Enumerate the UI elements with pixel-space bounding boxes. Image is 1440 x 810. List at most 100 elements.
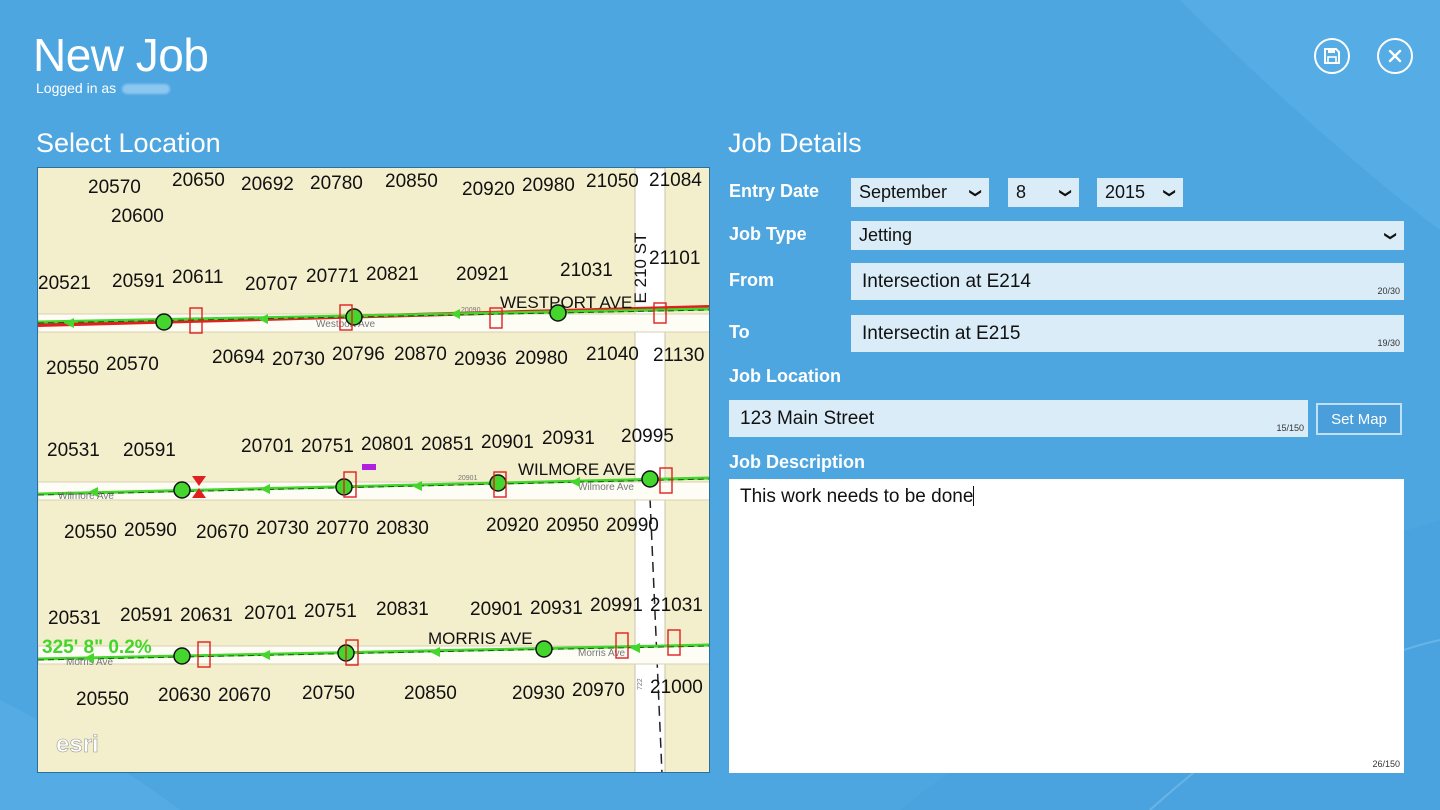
job-location-value: 123 Main Street xyxy=(740,407,875,429)
parcel-label: 20830 xyxy=(376,518,429,539)
month-select[interactable]: September ❯ xyxy=(851,178,989,207)
parcel-label: 20770 xyxy=(316,518,369,539)
parcel-label: 20920 xyxy=(486,515,539,536)
parcel-label: 20670 xyxy=(218,685,271,706)
parcel-label: 20780 xyxy=(310,173,363,194)
parcel-label: 20701 xyxy=(244,603,297,624)
year-select[interactable]: 2015 ❯ xyxy=(1097,178,1183,207)
parcel-label: 20990 xyxy=(606,515,659,536)
parcel-label: 20950 xyxy=(546,515,599,536)
parcel-label: 20650 xyxy=(172,170,225,191)
job-description-counter: 26/150 xyxy=(1372,759,1400,769)
location-map[interactable]: E 210 ST WESTPORT AVE Westport Ave 20090… xyxy=(37,167,710,773)
map-canvas[interactable]: E 210 ST WESTPORT AVE Westport Ave 20090… xyxy=(38,168,710,773)
parcel-label: 20630 xyxy=(158,685,211,706)
login-status: Logged in as xyxy=(36,80,171,96)
street-minor-722: 722 xyxy=(637,678,644,690)
job-details-title: Job Details xyxy=(728,128,862,158)
day-value: 8 xyxy=(1016,182,1027,202)
street-label-e210: E 210 ST xyxy=(631,233,650,304)
save-button[interactable] xyxy=(1314,38,1350,74)
parcel-label: 20570 xyxy=(88,177,141,198)
month-value: September xyxy=(859,182,948,202)
parcel-label: 20590 xyxy=(124,520,177,541)
job-type-value: Jetting xyxy=(859,225,913,245)
parcel-label: 21031 xyxy=(650,595,703,616)
street-label-morris: MORRIS AVE xyxy=(428,629,533,648)
parcel-label: 21031 xyxy=(560,260,613,281)
save-icon xyxy=(1324,48,1340,64)
job-description-label: Job Description xyxy=(729,452,866,472)
parcel-label: 21130 xyxy=(653,345,704,366)
parcel-label: 20931 xyxy=(530,598,583,619)
from-input[interactable]: Intersection at E214 20/30 xyxy=(851,263,1404,300)
esri-logo: esri xyxy=(56,731,99,758)
entry-date-label: Entry Date xyxy=(729,181,820,201)
chevron-down-icon: ❯ xyxy=(1383,230,1398,241)
parcel-label: 20694 xyxy=(212,347,265,368)
job-location-input[interactable]: 123 Main Street 15/150 xyxy=(729,400,1308,437)
street-minor-20901: 20901 xyxy=(458,475,478,482)
parcel-label: 20570 xyxy=(106,354,159,375)
parcel-label: 20591 xyxy=(112,271,165,292)
parcel-label: 20901 xyxy=(470,599,523,620)
parcel-label: 20750 xyxy=(302,683,355,704)
parcel-label: 20550 xyxy=(46,358,99,379)
to-input[interactable]: Intersectin at E215 19/30 xyxy=(851,315,1404,352)
parcel-label: 20801 xyxy=(361,434,414,455)
parcel-label: 20931 xyxy=(542,428,595,449)
job-description-value: This work needs to be done xyxy=(740,486,974,507)
select-location-title: Select Location xyxy=(36,128,221,158)
parcel-label: 20930 xyxy=(512,683,565,704)
chevron-down-icon: ❯ xyxy=(968,187,983,198)
street-label-westport: WESTPORT AVE xyxy=(500,293,632,312)
to-value: Intersectin at E215 xyxy=(862,322,1021,344)
parcel-label: 20970 xyxy=(572,680,625,701)
to-counter: 19/30 xyxy=(1377,338,1400,348)
job-type-select[interactable]: Jetting ❯ xyxy=(851,221,1404,250)
parcel-label: 20707 xyxy=(245,274,298,295)
parcel-label: 20631 xyxy=(180,605,233,626)
from-counter: 20/30 xyxy=(1377,286,1400,296)
parcel-label: 20936 xyxy=(454,349,507,370)
parcel-label: 21040 xyxy=(586,344,639,365)
parcel-label: 20751 xyxy=(301,436,354,457)
parcel-label: 20821 xyxy=(366,264,419,285)
parcel-label: 20730 xyxy=(256,518,309,539)
parcel-label: 20521 xyxy=(38,273,91,294)
parcel-label: 20796 xyxy=(332,344,385,365)
parcel-label: 20851 xyxy=(421,434,474,455)
parcel-label: 20550 xyxy=(64,522,117,543)
close-icon xyxy=(1388,49,1402,63)
street-minor-20090: 20090 xyxy=(461,307,481,314)
street-minor-wilmore: Wilmore Ave xyxy=(58,491,114,502)
set-map-button[interactable]: Set Map xyxy=(1316,403,1402,435)
parcel-label: 21000 xyxy=(650,677,703,698)
parcel-label: 20591 xyxy=(123,440,176,461)
street-minor-westport: Westport Ave xyxy=(316,319,376,330)
parcel-label: 20730 xyxy=(272,349,325,370)
year-value: 2015 xyxy=(1105,182,1146,202)
logged-in-label: Logged in as xyxy=(36,80,117,96)
vehicle-marker xyxy=(362,464,376,470)
to-label: To xyxy=(729,322,750,342)
parcel-label: 20550 xyxy=(76,689,129,710)
street-minor-wilmore-2: Wilmore Ave xyxy=(578,482,634,493)
parcel-label: 20850 xyxy=(404,683,457,704)
parcel-label: 20531 xyxy=(48,608,101,629)
street-label-wilmore: WILMORE AVE xyxy=(518,460,636,479)
parcel-label: 20771 xyxy=(306,266,359,287)
parcel-label: 20870 xyxy=(394,344,447,365)
job-type-label: Job Type xyxy=(729,224,807,244)
job-description-textarea[interactable]: This work needs to be done 26/150 xyxy=(729,479,1404,773)
job-location-label: Job Location xyxy=(729,366,841,386)
parcel-label: 20591 xyxy=(120,605,173,626)
parcel-label: 20921 xyxy=(456,264,509,285)
username-redacted xyxy=(122,84,171,95)
parcel-label: 20991 xyxy=(590,595,643,616)
close-button[interactable] xyxy=(1377,38,1413,74)
day-select[interactable]: 8 ❯ xyxy=(1008,178,1079,207)
parcel-label: 21101 xyxy=(649,248,700,269)
chevron-down-icon: ❯ xyxy=(1058,187,1073,198)
parcel-label: 20995 xyxy=(621,426,674,447)
